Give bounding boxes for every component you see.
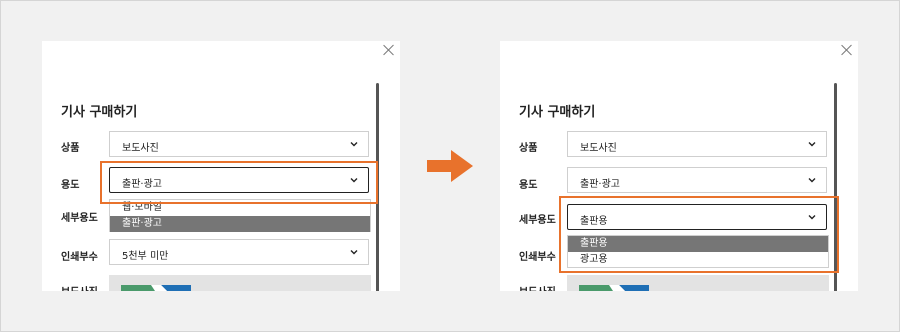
- dropdown-option-publish-ad[interactable]: 출판·광고: [110, 216, 370, 232]
- product-label: 상품: [61, 143, 80, 154]
- close-icon[interactable]: [382, 43, 396, 57]
- usage-label: 용도: [61, 180, 80, 191]
- close-icon[interactable]: [840, 43, 854, 57]
- sub-usage-label: 세부용도: [519, 215, 556, 226]
- photo-preview: [567, 275, 829, 291]
- copies-label: 인쇄부수: [61, 252, 98, 263]
- dialog-title: 기사 구매하기: [519, 105, 596, 120]
- chevron-down-icon: [350, 248, 358, 256]
- usage-select[interactable]: 출판·광고: [567, 167, 827, 193]
- usage-value: 출판·광고: [580, 179, 620, 190]
- product-select[interactable]: 보도사진: [109, 131, 369, 157]
- product-value: 보도사진: [122, 143, 159, 154]
- chevron-down-icon: [808, 176, 816, 184]
- product-label: 상품: [519, 143, 538, 154]
- copies-label: 인쇄부수: [519, 252, 556, 263]
- preview-label: 보도사진: [61, 283, 98, 291]
- preview-label: 보도사진: [519, 283, 556, 291]
- usage-highlight: [100, 161, 378, 204]
- sub-usage-label: 세부용도: [61, 213, 98, 224]
- sub-usage-highlight: [559, 196, 839, 273]
- product-select[interactable]: 보도사진: [567, 131, 827, 157]
- copies-select[interactable]: 5천부 미만: [109, 239, 369, 265]
- dialog-title: 기사 구매하기: [61, 105, 138, 120]
- chevron-down-icon: [350, 140, 358, 148]
- copies-value: 5천부 미만: [122, 251, 169, 262]
- chevron-down-icon: [808, 140, 816, 148]
- usage-label: 용도: [519, 180, 538, 191]
- photo-preview: [109, 275, 371, 291]
- product-value: 보도사진: [580, 143, 617, 154]
- arrow-right-icon: [427, 150, 473, 182]
